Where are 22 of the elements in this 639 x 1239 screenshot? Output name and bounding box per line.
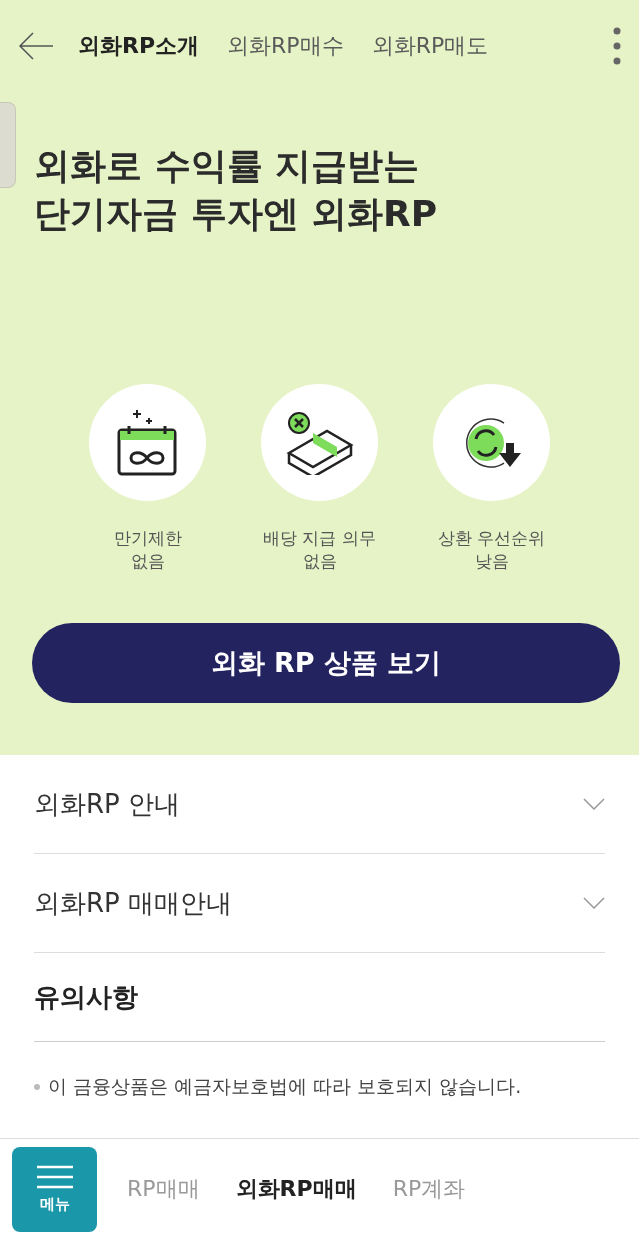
hero-title: 단기자금 투자엔 외화RP xyxy=(34,192,439,236)
header-tab[interactable]: 외화RP소개 xyxy=(72,31,206,61)
bullet-icon xyxy=(34,1084,40,1090)
notice-text: 이 금융상품은 예금자보호법에 따라 보호되지 않습니다. xyxy=(48,1074,522,1099)
bottom-tab[interactable]: 외화RP매매 xyxy=(229,1174,363,1204)
feature-label: 상환 우선순위 낮음 xyxy=(437,527,546,573)
accordion-title: 외화RP 매매안내 xyxy=(34,886,232,920)
back-arrow-icon[interactable] xyxy=(18,31,54,61)
header-tab[interactable]: 외화RP매수 xyxy=(221,31,350,61)
edge-handle[interactable] xyxy=(0,102,16,188)
more-menu-icon[interactable] xyxy=(613,27,621,65)
hero-title: 외화로 수익률 지급받는 xyxy=(34,144,421,188)
view-products-button[interactable]: 외화 RP 상품 보기 xyxy=(32,623,620,703)
accordion-row[interactable]: 외화RP 매매안내 xyxy=(34,854,605,953)
money-stack-icon xyxy=(284,410,355,475)
feature-label: 배당 지급 의무 없음 xyxy=(263,527,376,573)
accordion-row[interactable]: 외화RP 안내 xyxy=(34,755,605,854)
notice-title: 유의사항 xyxy=(34,980,138,1014)
menu-icon xyxy=(36,1164,73,1189)
feature-label: 만기제한 없음 xyxy=(113,527,182,573)
accordion-title: 외화RP 안내 xyxy=(34,787,180,821)
header-tab[interactable]: 외화RP매도 xyxy=(365,31,495,61)
